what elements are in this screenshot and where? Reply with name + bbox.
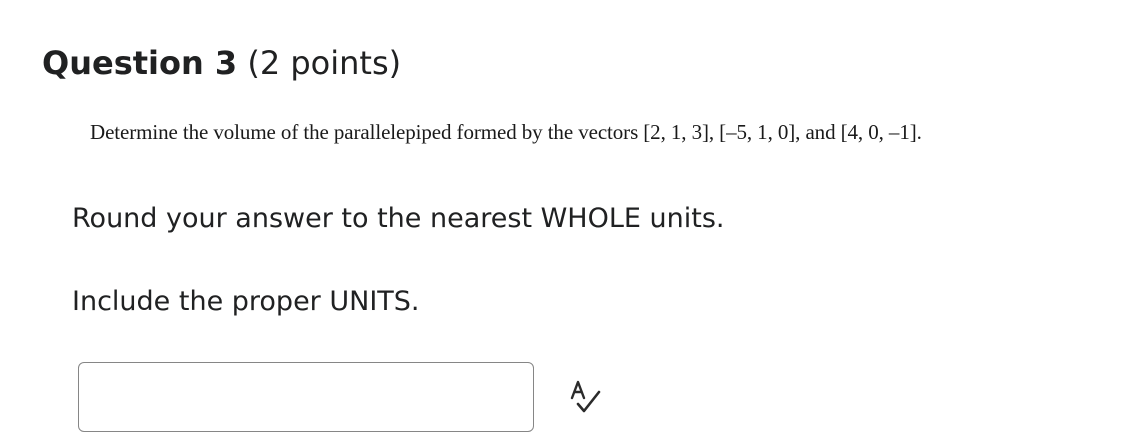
question-prompt: Determine the volume of the parallelepip… [90, 120, 922, 144]
rounding-instruction: Round your answer to the nearest WHOLE u… [72, 203, 725, 234]
answer-input[interactable] [78, 362, 534, 432]
units-instruction: Include the proper UNITS. [72, 286, 420, 317]
question-heading: Question 3 (2 points) [42, 42, 401, 84]
question-points: (2 points) [247, 44, 402, 82]
question-title: Question 3 [42, 44, 238, 82]
spellcheck-icon[interactable] [566, 378, 604, 416]
